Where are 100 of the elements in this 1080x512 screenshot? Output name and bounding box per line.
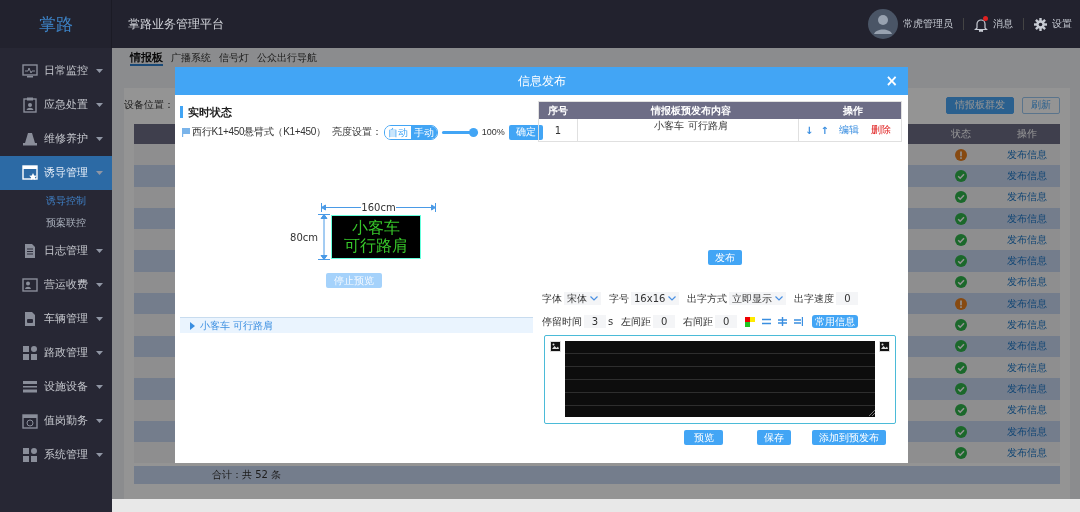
move-down-button[interactable]: ↓	[805, 124, 814, 136]
publish-link[interactable]: 发布信息	[1007, 275, 1047, 290]
sidebar-item[interactable]: 日志管理	[0, 234, 112, 268]
sidebar-label: 路政管理	[44, 346, 88, 360]
publish-link[interactable]: 发布信息	[1007, 254, 1047, 269]
publish-link[interactable]: 发布信息	[1007, 190, 1047, 205]
column-header: 序号	[547, 103, 569, 118]
publish-link[interactable]: 发布信息	[1007, 445, 1047, 460]
move-up-button[interactable]: ↑	[820, 124, 829, 136]
sidebar-label: 应急处置	[44, 98, 88, 112]
settings-icon[interactable]	[1034, 17, 1047, 31]
align-left-icon[interactable]	[762, 318, 772, 325]
dropdown[interactable]: 立即显示	[729, 292, 787, 305]
publish-link[interactable]: 发布信息	[1007, 232, 1047, 247]
sidebar-label: 营运收费	[44, 278, 88, 292]
input-field[interactable]: 0	[653, 315, 676, 328]
slider-handle[interactable]	[468, 127, 478, 137]
chevron-down-icon	[668, 296, 677, 301]
align-right-icon[interactable]	[794, 317, 804, 326]
sidebar-item[interactable]: 路政管理	[0, 336, 112, 370]
message-item[interactable]: 小客车 可行路肩	[180, 317, 533, 333]
image-icon[interactable]	[550, 341, 561, 352]
color-palette-icon[interactable]	[745, 316, 756, 327]
publish-link[interactable]: 发布信息	[1007, 168, 1047, 183]
bell-icon[interactable]	[974, 16, 988, 32]
dimension-line	[318, 214, 330, 260]
publish-link[interactable]: 发布信息	[1007, 339, 1047, 354]
sidebar-label: 日常监控	[44, 64, 88, 78]
section-title: 实时状态	[187, 104, 232, 120]
triangle-right-icon	[190, 321, 195, 330]
delete-link[interactable]: 删除	[870, 123, 891, 137]
messages-link[interactable]: 消息	[993, 17, 1013, 31]
caret-icon	[96, 171, 103, 175]
caret-icon	[96, 283, 103, 287]
app-title: 掌路业务管理平台	[128, 15, 224, 33]
dropdown[interactable]: 16x16	[631, 292, 680, 305]
tab[interactable]: 公众出行导航	[257, 51, 317, 64]
image-icon[interactable]	[879, 341, 890, 352]
field-label: 出字速度	[794, 291, 835, 306]
dimension-line	[395, 203, 436, 212]
publish-link[interactable]: 发布信息	[1007, 360, 1047, 375]
sidebar-item[interactable]: 车辆管理	[0, 302, 112, 336]
tab[interactable]: 广播系统	[171, 51, 211, 64]
sidebar-item[interactable]: 日常监控	[0, 54, 112, 88]
publish-button[interactable]: 发布	[708, 250, 742, 265]
column-header: 操作	[1016, 127, 1038, 141]
brightness-value: 100%	[481, 127, 505, 137]
sidebar-label: 车辆管理	[44, 312, 88, 326]
refresh-button[interactable]: 刷新	[1022, 96, 1060, 114]
publish-link[interactable]: 发布信息	[1007, 318, 1047, 332]
sidebar-item[interactable]: 诱导管理	[0, 156, 112, 190]
sidebar-label: 维修养护	[44, 132, 88, 146]
grid-icon	[22, 447, 38, 463]
sidebar-item[interactable]: 设施设备	[0, 370, 112, 404]
publish-link[interactable]: 发布信息	[1007, 147, 1047, 162]
caret-icon	[96, 453, 103, 457]
sidebar-item[interactable]: 营运收费	[0, 268, 112, 302]
sidebar-item[interactable]: 系统管理	[0, 438, 112, 472]
column-header: 状态	[950, 127, 972, 141]
save-button[interactable]: 保存	[757, 430, 791, 445]
cone-icon	[22, 131, 38, 147]
mode-option[interactable]: 自动	[384, 125, 411, 139]
sidebar-item[interactable]: 值岗勤务	[0, 404, 112, 438]
sidebar-item[interactable]: 维修养护	[0, 122, 112, 156]
publish-link[interactable]: 发布信息	[1007, 424, 1047, 439]
tab[interactable]: 信号灯	[219, 51, 249, 64]
close-button[interactable]: ×	[881, 72, 902, 90]
add-to-prepublish-button[interactable]: 添加到预发布	[812, 430, 886, 445]
publish-link[interactable]: 发布信息	[1007, 381, 1047, 396]
message-text: 小客车 可行路肩	[200, 318, 274, 333]
field-label: 设备位置：	[124, 98, 174, 112]
submenu-item[interactable]: 诱导控制	[0, 190, 112, 212]
broadcast-button[interactable]: 情报板群发	[946, 96, 1014, 114]
field-label: 字号	[609, 291, 629, 306]
publish-link[interactable]: 发布信息	[1007, 211, 1047, 226]
tab[interactable]: 情报板	[130, 51, 163, 66]
grid-icon	[22, 345, 38, 361]
scrollbar[interactable]	[112, 499, 1080, 512]
preview-button[interactable]: 预览	[684, 430, 723, 445]
input-field[interactable]: 0	[836, 292, 859, 305]
text-editor[interactable]	[544, 335, 896, 424]
flag-icon	[182, 127, 190, 137]
brightness-slider[interactable]	[441, 127, 478, 137]
edit-link[interactable]: 编辑	[838, 123, 859, 137]
input-field[interactable]: 0	[715, 315, 738, 328]
submenu-item[interactable]: 预案联控	[0, 212, 112, 234]
user-name[interactable]: 常虎管理员	[903, 17, 953, 31]
align-center-icon[interactable]	[778, 317, 788, 326]
publish-link[interactable]: 发布信息	[1007, 296, 1047, 311]
sidebar-item[interactable]: 应急处置	[0, 88, 112, 122]
input-field[interactable]: 3	[584, 315, 606, 328]
publish-link[interactable]: 发布信息	[1007, 403, 1047, 418]
field-label: 右间距	[683, 314, 714, 329]
common-info-button[interactable]: 常用信息	[812, 315, 859, 328]
dropdown[interactable]: 宋体	[564, 292, 601, 305]
settings-link[interactable]: 设置	[1052, 17, 1072, 31]
unit-label: s	[608, 316, 614, 327]
mode-option[interactable]: 手动	[410, 125, 437, 139]
confirm-button[interactable]: 确定	[508, 124, 543, 140]
calendar-clock-icon	[22, 413, 38, 429]
